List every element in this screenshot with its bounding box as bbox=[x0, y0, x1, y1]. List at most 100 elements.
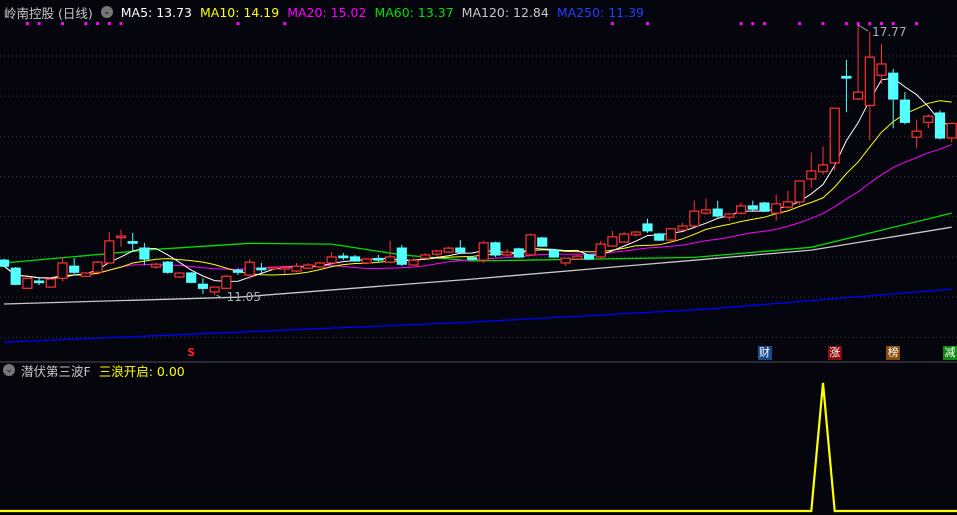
signal-dot bbox=[646, 22, 649, 25]
candle-body bbox=[888, 72, 899, 100]
candle-body bbox=[513, 248, 524, 258]
chevron-down-icon[interactable]: ⌄ bbox=[100, 6, 113, 18]
candle bbox=[630, 230, 641, 237]
candle-body bbox=[45, 278, 56, 288]
candle bbox=[162, 260, 173, 274]
candle bbox=[759, 201, 770, 212]
ma20-label: MA20: 15.02 bbox=[287, 4, 367, 20]
signal-dot bbox=[844, 22, 848, 25]
candle bbox=[349, 254, 361, 262]
candle bbox=[794, 180, 805, 205]
high-price-label: 17.77 bbox=[872, 25, 906, 39]
candle-body bbox=[104, 240, 115, 264]
candle bbox=[338, 252, 349, 261]
candle bbox=[618, 232, 630, 243]
candle-body bbox=[525, 234, 536, 256]
candle-body bbox=[759, 202, 770, 212]
ma120-label: MA120: 12.84 bbox=[461, 4, 549, 20]
candle-body bbox=[642, 223, 653, 232]
event-marker[interactable]: 榜 bbox=[886, 346, 901, 360]
candle-body bbox=[115, 235, 127, 239]
candle bbox=[466, 256, 478, 261]
signal-dot bbox=[856, 22, 860, 25]
candle bbox=[10, 267, 21, 286]
indicator-chart[interactable] bbox=[0, 363, 957, 515]
candle bbox=[0, 258, 10, 268]
candle bbox=[852, 25, 864, 101]
candle-body bbox=[852, 91, 864, 100]
candle bbox=[455, 240, 466, 253]
chevron-down-icon[interactable]: ⌄ bbox=[3, 364, 15, 376]
candle bbox=[22, 277, 33, 289]
candle-body bbox=[162, 261, 173, 273]
signal-dot bbox=[37, 22, 41, 25]
candle-body bbox=[794, 180, 805, 203]
ma250-line bbox=[3, 288, 952, 343]
candle bbox=[735, 202, 747, 215]
candle bbox=[45, 278, 56, 288]
candle-body bbox=[490, 242, 501, 256]
candle bbox=[689, 200, 700, 227]
candle-body bbox=[279, 266, 290, 270]
candle-body bbox=[244, 261, 255, 276]
price-chart[interactable]: 17.77 11.05 bbox=[0, 0, 957, 362]
event-marker[interactable]: 涨 bbox=[827, 346, 842, 360]
candle bbox=[700, 198, 712, 215]
candle bbox=[923, 114, 934, 129]
candle-body bbox=[22, 277, 33, 289]
candle bbox=[490, 241, 501, 257]
candle bbox=[899, 92, 911, 125]
signal-dot bbox=[751, 22, 755, 25]
candle-body bbox=[361, 258, 372, 264]
candle bbox=[80, 272, 92, 278]
candle-body bbox=[934, 112, 946, 139]
signal-dot bbox=[798, 22, 802, 25]
signal-dot bbox=[821, 22, 825, 25]
candle-body bbox=[420, 254, 431, 259]
candle bbox=[209, 286, 220, 296]
candle bbox=[607, 230, 618, 247]
indicator-title: 潜伏第三波F bbox=[21, 363, 91, 379]
signal-dot bbox=[915, 22, 919, 25]
signal-dot bbox=[868, 22, 872, 25]
candle-body bbox=[314, 262, 325, 268]
candle bbox=[654, 232, 665, 241]
candle-body bbox=[689, 210, 700, 227]
candle bbox=[712, 200, 723, 218]
candle-body bbox=[771, 203, 782, 214]
ma60-label: MA60: 13.37 bbox=[374, 4, 454, 20]
candle-body bbox=[864, 56, 875, 107]
candle-body bbox=[560, 257, 571, 264]
event-marker[interactable]: S bbox=[184, 346, 198, 360]
candle-body bbox=[817, 164, 829, 173]
candle-body bbox=[443, 247, 454, 253]
candle-body bbox=[502, 251, 513, 256]
candle-body bbox=[548, 249, 560, 258]
candle bbox=[186, 272, 197, 284]
candle bbox=[197, 278, 208, 294]
indicator-header: ⌄ 潜伏第三波F 三浪开启: 0.00 bbox=[0, 362, 185, 379]
candle bbox=[782, 190, 794, 209]
signal-dot bbox=[25, 22, 29, 25]
candle-body bbox=[876, 63, 887, 76]
candle-body bbox=[735, 205, 747, 214]
candle-body bbox=[677, 225, 688, 231]
chart-header: 岭南控股 (日线) ⌄ MA5: 13.73 MA10: 14.19 MA20:… bbox=[0, 3, 652, 21]
candle bbox=[431, 250, 442, 257]
signal-dot bbox=[763, 22, 766, 25]
candle-body bbox=[33, 280, 45, 284]
signal-dot bbox=[739, 22, 743, 25]
stock-title: 岭南控股 (日线) bbox=[4, 5, 93, 21]
signal-dot bbox=[610, 22, 614, 25]
event-marker[interactable]: 财 bbox=[757, 346, 772, 360]
indicator-line bbox=[0, 382, 957, 513]
candle bbox=[104, 232, 115, 264]
candle bbox=[864, 31, 875, 141]
candle bbox=[665, 228, 677, 241]
candle-body bbox=[829, 107, 840, 164]
candle bbox=[513, 247, 524, 259]
signal-dot bbox=[119, 22, 123, 25]
candle bbox=[806, 152, 817, 188]
event-marker[interactable]: 减 bbox=[943, 346, 957, 360]
candle bbox=[677, 222, 688, 231]
